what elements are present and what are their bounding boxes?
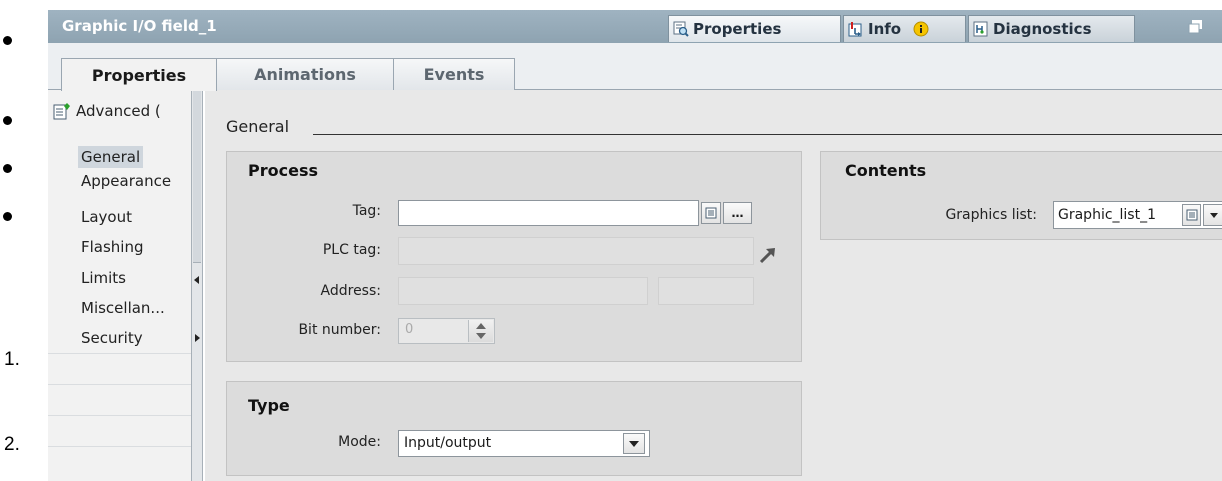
graphics-list-value: Graphic_list_1 [1058, 207, 1156, 223]
mode-dropdown[interactable]: Input/output [398, 430, 650, 457]
tag-browse-button[interactable]: … [723, 202, 752, 224]
list-number-1: 1. [4, 349, 20, 370]
mode-value: Input/output [404, 435, 492, 451]
bullet-marker [3, 212, 12, 221]
restore-window-icon[interactable] [1188, 19, 1204, 35]
list-icon [1186, 209, 1197, 221]
nav-item-limits[interactable]: Limits [81, 267, 126, 289]
bullet-marker [3, 164, 12, 173]
diagnostics-icon [973, 21, 989, 37]
chevron-down-icon [629, 441, 639, 447]
section-divider [313, 134, 1222, 135]
bit-number-spinner: 0 [398, 318, 495, 344]
tab-properties[interactable]: Properties [668, 15, 841, 42]
plc-tag-field [398, 237, 754, 265]
type-title: Type [248, 396, 290, 415]
nav-header-advanced[interactable]: Advanced ( [76, 100, 190, 122]
mode-dropdown-button[interactable] [623, 433, 645, 454]
plc-tag-label: PLC tag: [322, 242, 381, 258]
list-icon [705, 207, 717, 219]
bit-number-value: 0 [405, 322, 414, 337]
info-badge-icon [913, 21, 929, 37]
magnifier-list-icon [673, 21, 689, 37]
nav-item-appearance[interactable]: Appearance [81, 170, 171, 192]
tab-info[interactable]: Info [843, 15, 966, 42]
tab-properties-label: Properties [693, 20, 782, 38]
mode-label: Mode: [338, 434, 381, 450]
graphics-list-dropdown[interactable]: Graphic_list_1 [1053, 201, 1222, 229]
tag-input[interactable] [398, 200, 699, 226]
tab-events[interactable]: Events [393, 58, 515, 90]
tab-diagnostics[interactable]: Diagnostics [968, 15, 1135, 42]
section-header-general: General [226, 117, 290, 136]
nav-item-miscellaneous[interactable]: Miscellan... [81, 297, 165, 319]
object-title: Graphic I/O field_1 [62, 17, 217, 35]
graphics-list-label: Graphics list: [945, 207, 1037, 223]
info-arrow-icon [848, 21, 864, 37]
tab-info-label: Info [868, 20, 902, 38]
process-title: Process [248, 161, 318, 180]
list-number-2: 2. [4, 434, 20, 455]
nav-item-security[interactable]: Security [81, 327, 143, 349]
spin-up-icon [476, 323, 486, 329]
graphics-list-button[interactable] [1182, 204, 1201, 226]
bullet-marker [3, 116, 12, 125]
scrollbar-thumb[interactable] [193, 90, 201, 263]
expand-right-icon[interactable] [195, 334, 200, 342]
tag-list-button[interactable] [701, 202, 721, 224]
tag-label: Tag: [352, 203, 381, 219]
chevron-down-icon [1210, 213, 1218, 218]
inspector-title-bar: Graphic I/O field_1 Properties Info Diag… [48, 10, 1222, 43]
address-label: Address: [320, 283, 381, 299]
go-to-tag-arrow-icon[interactable] [758, 245, 778, 265]
ellipsis-icon: … [731, 206, 744, 220]
spinner-buttons [468, 320, 493, 342]
graphics-list-dropdown-button[interactable] [1203, 204, 1222, 226]
tab-diagnostics-label: Diagnostics [993, 20, 1092, 38]
bit-number-label: Bit number: [298, 322, 381, 338]
nav-item-flashing[interactable]: Flashing [81, 236, 144, 258]
collapse-left-icon[interactable] [194, 276, 199, 284]
type-panel [226, 381, 802, 476]
bullet-marker [3, 36, 12, 45]
nav-scrollbar[interactable] [191, 90, 203, 481]
advanced-properties-icon [53, 103, 71, 121]
contents-title: Contents [845, 161, 927, 180]
address-length-field [658, 277, 754, 305]
nav-item-layout[interactable]: Layout [81, 206, 132, 228]
tab-animations[interactable]: Animations [216, 58, 394, 90]
address-field [398, 277, 648, 305]
nav-item-general[interactable]: General [78, 146, 144, 168]
tab-properties-sub[interactable]: Properties [61, 58, 217, 91]
spin-down-icon [476, 333, 486, 339]
